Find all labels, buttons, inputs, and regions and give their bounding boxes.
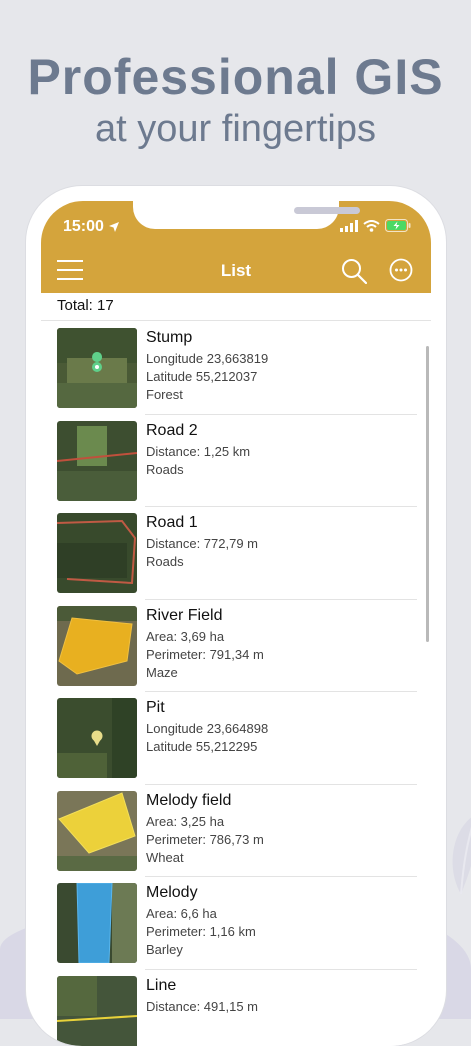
item-detail: Distance: 491,15 m — [146, 998, 258, 1016]
item-detail: Area: 3,25 ha — [146, 813, 264, 831]
item-detail: Perimeter: 786,73 m — [146, 831, 264, 849]
item-detail: Latitude 55,212295 — [146, 738, 268, 756]
item-detail: Maze — [146, 664, 264, 682]
list-item[interactable]: River Field Area: 3,69 ha Perimeter: 791… — [41, 600, 431, 693]
item-name: Melody — [146, 884, 256, 902]
total-count: Total: 17 — [57, 297, 114, 314]
item-detail: Roads — [146, 553, 258, 571]
promo-subtitle: at your fingertips — [0, 108, 471, 151]
app-screen: 15:00 — [41, 201, 431, 1046]
item-detail: Forest — [146, 386, 268, 404]
item-detail: Roads — [146, 461, 250, 479]
item-detail: Longitude 23,663819 — [146, 350, 268, 368]
item-detail: Perimeter: 1,16 km — [146, 923, 256, 941]
item-name: Melody field — [146, 792, 264, 810]
item-detail: Latitude 55,212037 — [146, 368, 268, 386]
map-thumbnail — [57, 421, 137, 501]
item-name: Pit — [146, 699, 268, 717]
location-arrow-icon — [108, 221, 120, 233]
divider — [41, 320, 431, 321]
status-bar-indicators — [340, 219, 411, 232]
list-item[interactable]: Melody field Area: 3,25 ha Perimeter: 78… — [41, 785, 431, 878]
list-item[interactable]: Pit Longitude 23,664898 Latitude 55,2122… — [41, 692, 431, 785]
item-detail: Distance: 1,25 km — [146, 443, 250, 461]
map-thumbnail — [57, 606, 137, 686]
map-thumbnail — [57, 698, 137, 778]
item-detail: Wheat — [146, 849, 264, 867]
item-detail: Perimeter: 791,34 m — [146, 646, 264, 664]
map-thumbnail — [57, 883, 137, 963]
list-item[interactable]: Stump Longitude 23,663819 Latitude 55,21… — [41, 322, 431, 415]
cellular-signal-icon — [340, 220, 358, 232]
item-name: Road 1 — [146, 514, 258, 532]
map-thumbnail — [57, 328, 137, 408]
phone-notch — [133, 201, 339, 229]
status-time-label: 15:00 — [63, 218, 104, 236]
item-name: Stump — [146, 329, 268, 347]
list-item[interactable]: Road 2 Distance: 1,25 km Roads — [41, 415, 431, 508]
more-options-icon[interactable] — [389, 258, 413, 282]
list-item[interactable]: Melody Area: 6,6 ha Perimeter: 1,16 km B… — [41, 877, 431, 970]
item-detail: Area: 3,69 ha — [146, 628, 264, 646]
item-name: Line — [146, 977, 258, 995]
item-name: River Field — [146, 607, 264, 625]
scrollbar[interactable] — [426, 346, 429, 642]
item-detail: Area: 6,6 ha — [146, 905, 256, 923]
item-name: Road 2 — [146, 422, 250, 440]
battery-charging-icon — [385, 219, 411, 232]
wifi-icon — [363, 220, 380, 232]
map-thumbnail — [57, 513, 137, 593]
search-icon[interactable] — [341, 258, 367, 284]
list-item[interactable]: Road 1 Distance: 772,79 m Roads — [41, 507, 431, 600]
phone-frame: 15:00 — [26, 186, 446, 1046]
app-header: 15:00 — [41, 201, 431, 293]
map-thumbnail — [57, 791, 137, 871]
promo-title: Professional GIS — [0, 48, 471, 106]
list-item[interactable]: Line Distance: 491,15 m — [41, 970, 431, 1046]
item-detail: Distance: 772,79 m — [146, 535, 258, 553]
speaker-grille — [294, 207, 360, 214]
item-detail: Barley — [146, 941, 256, 959]
status-bar-time: 15:00 — [63, 218, 120, 236]
nav-title: List — [41, 261, 431, 281]
item-detail: Longitude 23,664898 — [146, 720, 268, 738]
feature-list[interactable]: Stump Longitude 23,663819 Latitude 55,21… — [41, 322, 431, 1046]
map-thumbnail — [57, 976, 137, 1046]
